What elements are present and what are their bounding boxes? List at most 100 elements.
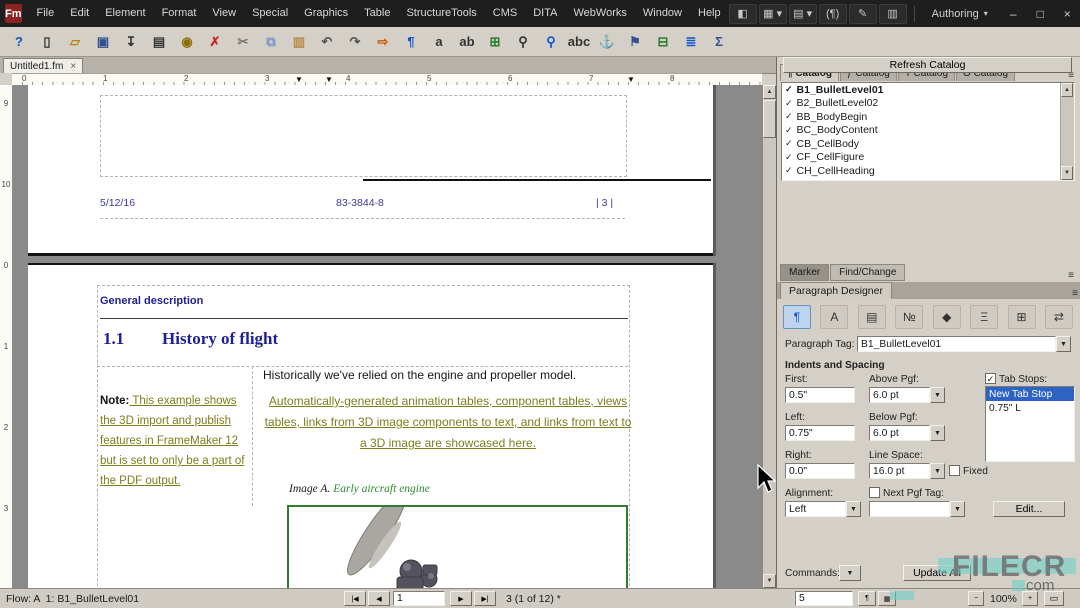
catalog-item[interactable]: ✓ BB_BodyBegin [782,110,1074,124]
pen-icon[interactable]: ✎ [849,4,877,24]
page-4[interactable]: General description 1.1 History of fligh… [28,263,713,588]
below-pgf-dropdown[interactable]: 6.0 pt ▼ [869,425,945,441]
direction-icon[interactable]: ⇄ [1045,305,1073,329]
text-symbols-icon[interactable]: (¶) [819,4,847,24]
open-folder-icon[interactable]: ▱ [62,29,88,55]
pagination-icon[interactable]: ▤ [858,305,886,329]
menu-item[interactable]: Element [97,0,153,27]
font-properties-icon[interactable]: A [820,305,848,329]
publish-icon[interactable]: ⇨ [370,29,396,55]
undo-icon[interactable]: ↶ [314,29,340,55]
close-button[interactable]: × [1054,0,1080,27]
panel-menu-icon[interactable]: ≡ [1065,270,1077,281]
insert-table-icon[interactable]: ⊞ [482,29,508,55]
left-indent-input[interactable] [785,425,855,441]
menu-item[interactable]: Help [690,0,729,27]
indent-marker[interactable]: ▼ [325,75,333,85]
menu-item[interactable]: Format [154,0,205,27]
page-borders-icon[interactable]: ◧ [729,4,757,24]
menu-item[interactable]: Window [635,0,690,27]
table-cell-icon[interactable]: ⊞ [1008,305,1036,329]
page-3[interactable]: 5/12/16 83-3844-8 | 3 | [28,85,713,256]
smart-insert-icon[interactable]: ¶ [398,29,424,55]
first-indent-input[interactable] [785,387,855,403]
first-page-button[interactable]: |◀ [344,591,366,606]
menu-item[interactable]: Edit [62,0,97,27]
zoom-out-button[interactable]: − [968,591,984,606]
catalog-button[interactable]: Refresh Catalog [783,57,1072,73]
advanced-icon[interactable]: ◆ [933,305,961,329]
chevron-down-icon[interactable]: ▼ [930,463,945,479]
chevron-down-icon[interactable]: ▼ [950,501,965,517]
align-icon[interactable]: ≣ [678,29,704,55]
glossary-icon[interactable]: ab [454,29,480,55]
next-pgf-dropdown[interactable]: ▼ [869,501,965,517]
edit-tab-stop-button[interactable]: Edit... [993,501,1065,517]
right-indent-input[interactable] [785,463,855,479]
tab-marker[interactable]: ▼ [295,75,303,85]
next-pgf-checkbox[interactable] [869,487,880,498]
above-pgf-dropdown[interactable]: 6.0 pt ▼ [869,387,945,403]
restore-button[interactable]: □ [1027,0,1054,27]
display-list-icon[interactable]: ▤ ▾ [789,4,817,24]
tab-stop-item[interactable]: 0.75" L [986,401,1074,415]
chevron-down-icon[interactable]: ▼ [846,501,861,517]
basic-properties-icon[interactable]: ¶ [783,305,811,329]
save-icon[interactable]: ▣ [90,29,116,55]
menu-item[interactable]: Special [244,0,296,27]
help-icon[interactable]: ? [6,29,32,55]
line-number-input[interactable] [795,591,853,606]
paragraph-catalog-list[interactable]: ✓ B1_BulletLevel01 ✓ B2_BulletLevel02 ✓ … [781,82,1075,181]
menu-item[interactable]: CMS [485,0,525,27]
catalog-item[interactable]: ✓ B2_BulletLevel02 [782,97,1074,111]
page-number-input[interactable] [393,591,445,606]
tab-stops-list[interactable]: New Tab Stop0.75" L [985,386,1075,462]
asian-icon[interactable]: Ξ [970,305,998,329]
marker-icon[interactable]: ⚑ [622,29,648,55]
menu-item[interactable]: DITA [525,0,565,27]
lock-icon[interactable]: ◉ [174,29,200,55]
menu-item[interactable]: StructureTools [398,0,484,27]
note-paragraph[interactable]: Note: This example shows the 3D import a… [100,391,255,491]
zoom-icon[interactable]: ⚲ [538,29,564,55]
equations-icon[interactable]: Σ [706,29,732,55]
character-designer-icon[interactable]: a [426,29,452,55]
menu-item[interactable]: File [29,0,63,27]
menu-item[interactable]: Graphics [296,0,356,27]
panel-menu-icon[interactable]: ≡ [1069,288,1080,299]
next-page-button[interactable]: ▶ [450,591,472,606]
text-frame[interactable] [100,95,627,177]
copy-icon[interactable]: ⧉ [258,29,284,55]
link-paragraph[interactable]: Automatically-generated animation tables… [263,391,633,454]
redo-icon[interactable]: ↷ [342,29,368,55]
workspace-switcher[interactable]: Authoring ▾ [922,8,998,20]
minimize-button[interactable]: – [1000,0,1027,27]
body-paragraph[interactable]: Historically we've relied on the engine … [263,368,576,382]
chevron-down-icon[interactable]: ▼ [1056,336,1071,352]
menu-item[interactable]: View [204,0,244,27]
spell-check-icon[interactable]: abc [566,29,592,55]
scroll-up-icon[interactable]: ▲ [763,85,776,99]
fixed-checkbox[interactable] [949,465,960,476]
catalog-item[interactable]: ✓ BC_BodyContent [782,124,1074,138]
numbering-icon[interactable]: № [895,305,923,329]
catalog-scrollbar[interactable]: ▲ ▼ [1060,83,1074,180]
line-space-dropdown[interactable]: 16.0 pt ▼ [869,463,945,479]
scroll-down-icon[interactable]: ▼ [1061,166,1073,180]
aircraft-engine-image[interactable] [287,505,628,588]
menu-item[interactable]: WebWorks [565,0,634,27]
chevron-down-icon[interactable]: ▼ [839,565,861,581]
table-designer-icon[interactable]: ⊟ [650,29,676,55]
vertical-scrollbar[interactable]: ▲ ▼ [762,85,776,588]
hyperlink-text[interactable]: Automatically-generated animation tables… [265,394,632,450]
delete-icon[interactable]: ✗ [202,29,228,55]
close-icon[interactable]: × [70,61,76,72]
view-options-icon[interactable]: ▦ ▾ [759,4,787,24]
tab-stops-checkbox[interactable]: ✓ [985,373,996,384]
paste-icon[interactable]: ▥ [286,29,312,55]
catalog-item[interactable]: ✓ CF_CellFigure [782,151,1074,165]
catalog-item[interactable]: ✓ CB_CellBody [782,137,1074,151]
commands-dropdown[interactable]: ▼ [839,565,863,581]
tab-marker[interactable]: ▼ [627,75,635,85]
chevron-down-icon[interactable]: ▼ [930,425,945,441]
